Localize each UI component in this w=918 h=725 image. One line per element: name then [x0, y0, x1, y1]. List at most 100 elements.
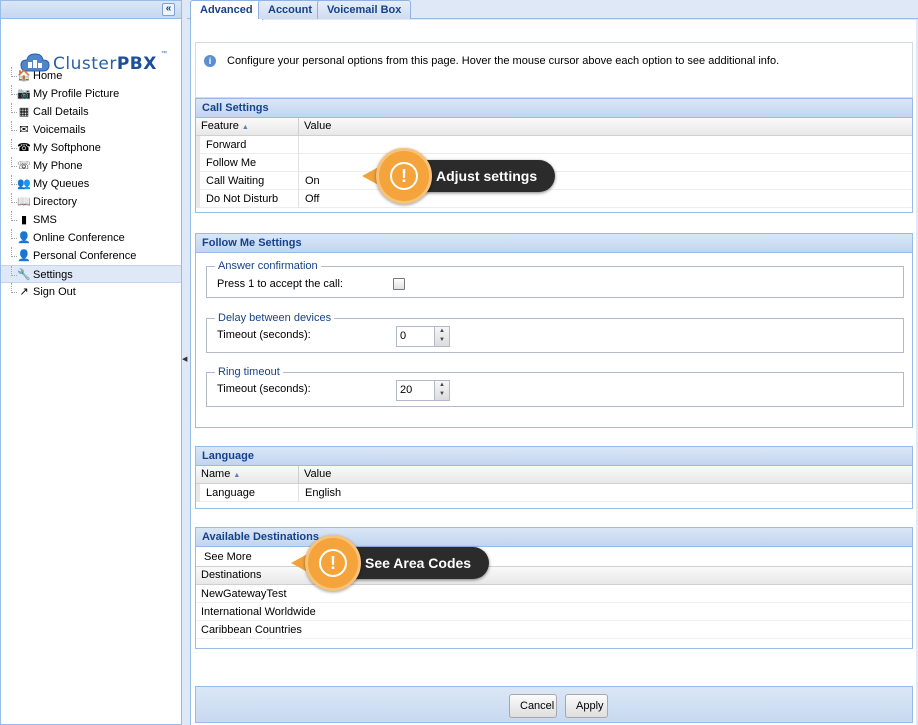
sidebar-item-label: My Phone [33, 160, 83, 172]
fieldset-legend: Answer confirmation [218, 260, 318, 272]
table-row[interactable]: Do Not Disturb Off [196, 190, 912, 208]
delay-timeout-value[interactable]: 0 [400, 330, 406, 342]
sort-asc-icon: ▲ [241, 124, 249, 131]
value-cell[interactable]: Off [299, 190, 319, 208]
sidebar-item-voicemails[interactable]: ✉ Voicemails [1, 121, 181, 139]
nav-item-icon: 🏠 [17, 70, 31, 82]
sidebar-item-sign-out[interactable]: ↗ Sign Out [1, 283, 181, 301]
tab-advanced[interactable]: Advanced [190, 0, 263, 20]
main-area: Advanced Account Voicemail Box i Configu… [187, 0, 918, 725]
ring-timeout-fieldset: Ring timeout Timeout (seconds): 20 ▲ ▼ [206, 366, 904, 407]
spin-down-icon[interactable]: ▼ [435, 390, 449, 399]
sidebar-item-my-queues[interactable]: 👥 My Queues [1, 175, 181, 193]
table-row[interactable]: Follow Me [196, 154, 912, 172]
nav-item-icon: ☏ [17, 160, 31, 172]
sidebar-item-label: Online Conference [33, 232, 125, 244]
sidebar-item-label: Call Details [33, 106, 89, 118]
cancel-button[interactable]: Cancel [509, 694, 557, 718]
delay-timeout-label: Timeout (seconds): [217, 329, 311, 341]
info-box: i Configure your personal options from t… [195, 42, 913, 98]
spin-down-icon[interactable]: ▼ [435, 336, 449, 345]
language-name-cell: Language [196, 484, 299, 502]
ring-timeout-spinner[interactable]: 20 ▲ ▼ [396, 380, 450, 401]
sidebar-item-label: My Softphone [33, 142, 101, 154]
info-icon: i [204, 55, 216, 67]
warning-badge-icon: ! [376, 148, 432, 204]
nav-item-icon: ↗ [19, 286, 29, 298]
sidebar-header: « [1, 1, 181, 19]
answer-confirmation-fieldset: Answer confirmation Press 1 to accept th… [206, 260, 904, 298]
feature-cell: Forward [196, 136, 299, 154]
language-value-cell[interactable]: English [299, 484, 341, 502]
sidebar-item-sms[interactable]: ▮ SMS [1, 211, 181, 229]
nav-item-icon: 👥 [17, 178, 31, 190]
ring-timeout-label: Timeout (seconds): [217, 383, 311, 395]
value-cell[interactable] [299, 154, 305, 172]
nav-item-icon: ▮ [20, 214, 28, 226]
delay-timeout-spinner[interactable]: 0 ▲ ▼ [396, 326, 450, 347]
tab-account[interactable]: Account [258, 0, 322, 19]
sidebar-item-my-phone[interactable]: ☏ My Phone [1, 157, 181, 175]
sidebar-item-settings[interactable]: 🔧 Settings [1, 265, 181, 283]
info-text: Configure your personal options from thi… [227, 55, 780, 67]
column-header-feature[interactable]: Feature ▲ [196, 118, 299, 136]
tab-content: i Configure your personal options from t… [190, 20, 916, 725]
spin-up-icon[interactable]: ▲ [435, 327, 449, 336]
nav-item-icon: ▦ [18, 106, 30, 118]
list-item[interactable]: Caribbean Countries [196, 621, 912, 639]
sort-asc-icon: ▲ [233, 472, 241, 479]
list-item[interactable]: International Worldwide [196, 603, 912, 621]
sidebar-item-home[interactable]: 🏠 Home [1, 67, 181, 85]
footer-toolbar: Cancel Apply [195, 686, 913, 723]
sidebar-item-online-conference[interactable]: 👤 Online Conference [1, 229, 181, 247]
sidebar-item-call-details[interactable]: ▦ Call Details [1, 103, 181, 121]
column-header-name[interactable]: Name ▲ [196, 466, 299, 484]
tab-voicemail-box[interactable]: Voicemail Box [317, 0, 412, 19]
sidebar-nav: 🏠 Home 📷 My Profile Picture ▦ Call Details ✉ Vo… [1, 67, 181, 301]
destinations-list: NewGatewayTest International Worldwide Car… [196, 585, 912, 639]
feature-cell: Do Not Disturb [196, 190, 299, 208]
ring-timeout-value[interactable]: 20 [400, 384, 412, 396]
warning-badge-icon: ! [305, 535, 361, 591]
sidebar: « ClusterPBX ™ 🏠 Home 📷 My Profile Picture ▦… [0, 0, 182, 725]
nav-item-icon: 👤 [17, 232, 31, 244]
language-panel: Language Name ▲ Value Language English [195, 446, 913, 509]
feature-cell: Follow Me [196, 154, 299, 172]
column-header-value[interactable]: Value [299, 466, 331, 484]
sidebar-item-label: Home [33, 70, 63, 82]
nav-item-icon: 📖 [17, 196, 31, 208]
delay-fieldset: Delay between devices Timeout (seconds):… [206, 312, 904, 353]
sidebar-item-my-profile-picture[interactable]: 📷 My Profile Picture [1, 85, 181, 103]
logo: ClusterPBX ™ [1, 19, 181, 74]
column-header-value[interactable]: Value [299, 118, 331, 136]
sidebar-item-label: Sign Out [33, 286, 76, 298]
value-cell[interactable]: On [299, 172, 320, 190]
destinations-panel: Available Destinations See More Destinat… [195, 527, 913, 649]
nav-item-icon: 🔧 [17, 269, 31, 281]
sidebar-item-personal-conference[interactable]: 👤 Personal Conference [1, 247, 181, 265]
sidebar-item-my-softphone[interactable]: ☎ My Softphone [1, 139, 181, 157]
table-row[interactable]: Language English [196, 484, 912, 502]
sidebar-item-label: Voicemails [33, 124, 86, 136]
sidebar-item-directory[interactable]: 📖 Directory [1, 193, 181, 211]
feature-cell: Call Waiting [196, 172, 299, 190]
sidebar-item-label: Personal Conference [33, 250, 137, 262]
collapse-icon[interactable]: « [162, 3, 175, 16]
value-cell[interactable] [299, 136, 305, 154]
nav-item-icon: 📷 [17, 88, 31, 100]
table-row[interactable]: Forward [196, 136, 912, 154]
spin-up-icon[interactable]: ▲ [435, 381, 449, 390]
panel-title: Call Settings [196, 99, 912, 118]
sidebar-item-label: Directory [33, 196, 78, 208]
list-item[interactable]: NewGatewayTest [196, 585, 912, 603]
answer-label: Press 1 to accept the call: [217, 278, 343, 290]
press-1-checkbox[interactable] [393, 278, 405, 290]
logo-trademark: ™ [161, 51, 167, 57]
sidebar-item-label: SMS [33, 214, 57, 226]
fieldset-legend: Delay between devices [218, 312, 332, 324]
grid-header: Feature ▲ Value [196, 118, 912, 136]
nav-item-icon: ☎ [17, 142, 31, 154]
call-settings-panel: Call Settings Feature ▲ Value Forward Foll… [195, 98, 913, 213]
apply-button[interactable]: Apply [565, 694, 608, 718]
panel-title: Available Destinations [196, 528, 912, 547]
